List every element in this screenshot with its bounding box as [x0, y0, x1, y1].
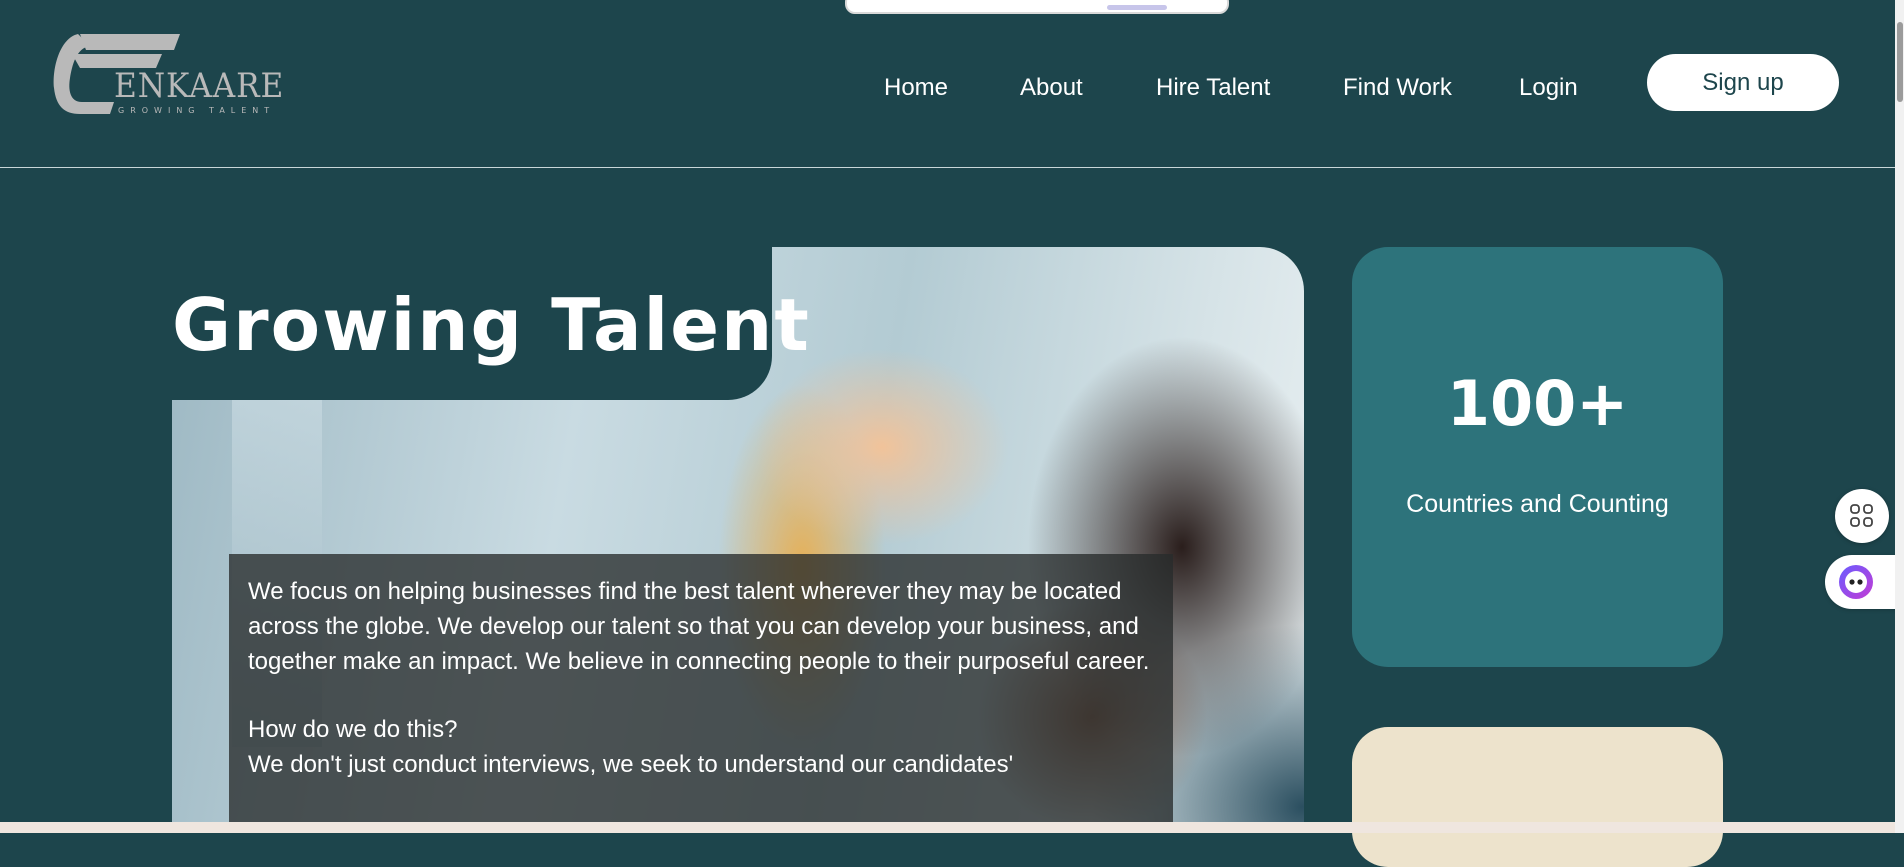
nav-find-work[interactable]: Find Work [1343, 74, 1452, 102]
stat-card-secondary [1352, 727, 1723, 867]
nav-about[interactable]: About [1020, 74, 1083, 102]
nav-home[interactable]: Home [884, 74, 948, 102]
scrollbar-thumb[interactable] [1897, 22, 1903, 102]
hero-paragraph-2: We don't just conduct interviews, we see… [248, 751, 1014, 778]
logo-wordmark: ENKAARE [114, 66, 285, 106]
hero-question: How do we do this? [248, 716, 458, 743]
signup-button[interactable]: Sign up [1647, 54, 1839, 111]
site-header: ENKAARE GROWING TALENT Home About Hire T… [0, 0, 1895, 168]
chat-bot-icon [1839, 565, 1873, 599]
logo[interactable]: ENKAARE GROWING TALENT [50, 28, 283, 120]
nav-hire-talent[interactable]: Hire Talent [1156, 74, 1270, 102]
hero-paragraph-1: We focus on helping businesses find the … [248, 578, 1150, 675]
stat-card-countries: 100+ Countries and Counting [1352, 247, 1723, 667]
stat-label: Countries and Counting [1406, 490, 1669, 518]
scrollbar-track[interactable] [1895, 0, 1904, 833]
apps-grid-icon [1850, 504, 1873, 527]
logo-tagline: GROWING TALENT [118, 106, 276, 115]
apps-widget-button[interactable] [1835, 489, 1889, 543]
hero-title: Growing Talent [172, 283, 811, 367]
stat-value: 100+ [1446, 367, 1629, 440]
chat-widget-button[interactable] [1825, 555, 1900, 609]
nav-login[interactable]: Login [1519, 74, 1578, 102]
hero-text-box: We focus on helping businesses find the … [229, 554, 1173, 833]
bottom-strip [0, 822, 1895, 833]
